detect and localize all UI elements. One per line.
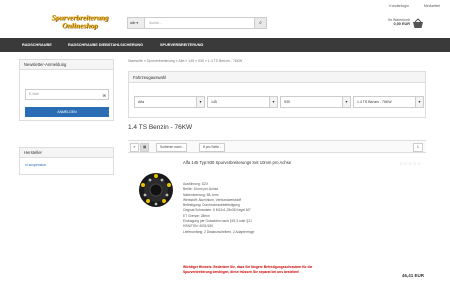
chevron-down-icon: ▾ [269,97,277,107]
cart-amount: 0,00 EUR [393,22,410,26]
email-placeholder: E-Mail [29,92,39,96]
newsletter-title: Newsletter-Anmeldung [20,60,113,70]
chevron-down-icon: ▾ [342,97,350,107]
logo-line-2: Onlineshop [62,21,98,30]
wishlist-link[interactable]: Merkzettel [424,4,440,8]
type-select-value: 930 [284,100,290,104]
nav-radschraube-diebstahlsicherung[interactable]: RADSCHRAUBE DIEBSTAHLSICHERUNG [68,38,143,52]
per-page-select[interactable]: 8 pro Seite - [199,143,225,152]
email-field[interactable]: E-Mail ✉ [25,89,109,100]
chevron-down-icon: ▾ [196,97,204,107]
important-notice: Wichtiger Hinweis: Bedenken Sie, dass Si… [183,265,313,274]
newsletter-box: Newsletter-Anmeldung E-Mail ✉ ANMELDEN [19,59,114,121]
make-select[interactable]: Alfa ▾ [134,96,205,108]
search-bar: alle ▾ Suche... ⌕ [127,17,267,29]
pagination-page[interactable]: 1 [413,143,423,152]
vehicle-selection-box: Fahrzeugauswahl Alfa ▾ 145 ▾ 930 ▾ 1.4 TS B… [128,71,426,118]
product-item: Alfa 145 Typ:930 Spurverbreiterungs Set … [128,158,426,283]
top-links: Kundenlogin Merkzettel [375,4,440,8]
sort-select[interactable]: Sortieren nach - [156,143,188,152]
model-select[interactable]: 145 ▾ [207,96,278,108]
search-category-select[interactable]: alle ▾ [128,18,145,28]
subscribe-button[interactable]: ANMELDEN [25,107,109,117]
product-name[interactable]: Alfa 145 Typ:930 Spurverbreiterungs Set … [183,160,313,166]
header: Spurverbreiterung Onlineshop Kundenlogin… [0,0,450,38]
nav-spurverbreiterung[interactable]: SPURVERBREITERUNG [160,38,203,52]
list-icon: ≡ [133,145,136,149]
manufacturer-title: Hersteller [20,148,113,158]
listing-toolbar: ≡ ▦ Sortieren nach - 8 pro Seite - 1 [128,140,426,153]
main-nav: RADSCHRAUBE RADSCHRAUBE DIEBSTAHLSICHERU… [0,38,450,52]
manufacturer-link[interactable]: sl suspension [20,158,113,172]
cart-summary[interactable]: Ihr Warenkorb 0,00 EUR [378,18,410,26]
vehicle-selection-title: Fahrzeugauswahl [129,72,425,83]
search-category-value: alle [130,21,136,25]
engine-select[interactable]: 1.4 TS Benzin - 76KW ▾ [353,96,424,108]
detail-line: Original Schrauben: 5 M12x1,25x35 Kegel … [183,208,251,213]
grid-icon: ▦ [142,145,147,149]
type-select[interactable]: 930 ▾ [280,96,351,108]
manufacturer-box: Hersteller sl suspension [19,147,114,175]
page-title: 1.4 TS Benzin - 76KW [128,124,193,131]
envelope-icon: ✉ [102,93,106,98]
customer-login-link[interactable]: Kundenlogin [389,4,408,8]
model-select-value: 145 [211,100,217,104]
engine-select-value: 1.4 TS Benzin - 76KW [357,100,392,104]
grid-view-button[interactable]: ▦ [140,143,149,152]
detail-line: Lieferumfang: 2 Distanzscheiben, 2 Adapt… [183,229,255,234]
list-view-button[interactable]: ≡ [130,143,139,152]
basket-icon[interactable] [412,18,424,29]
shop-logo[interactable]: Spurverbreiterung Onlineshop [40,14,120,30]
search-input[interactable]: Suche... [149,18,162,28]
product-price: 46,41 EUR [402,273,425,278]
rating-stars: ☆☆☆☆☆ [399,161,422,166]
product-image[interactable] [137,171,175,209]
make-select-value: Alfa [138,100,145,104]
product-details: Ausführung: DZX Breite: 10mm pro Achse N… [183,182,254,235]
breadcrumb[interactable]: Startseite » Spurverbreiterung » Alfa » … [128,59,242,63]
search-button[interactable]: ⌕ [254,18,266,28]
chevron-down-icon: ▾ [415,97,423,107]
search-icon: ⌕ [259,20,262,26]
nav-radschraube[interactable]: RADSCHRAUBE [22,38,52,52]
